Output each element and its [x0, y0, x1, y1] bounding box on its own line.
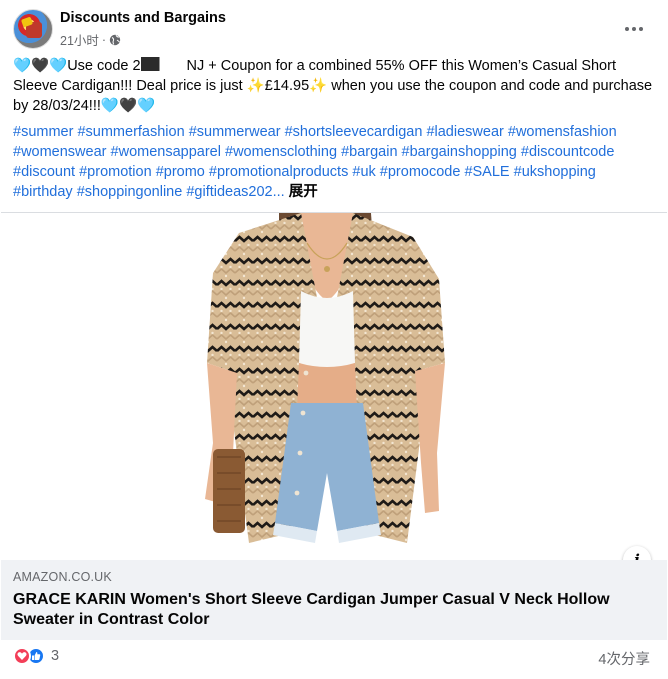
hashtag-link[interactable]: #birthday [13, 184, 73, 200]
hashtag-link[interactable]: #womenswear [13, 144, 107, 160]
post-time[interactable]: 21小时 [60, 30, 99, 49]
more-options-button[interactable] [620, 15, 648, 43]
hashtag-link[interactable]: #promo [156, 164, 205, 180]
post-meta: 21小时 · [60, 30, 121, 49]
hashtag-link[interactable]: #summerwear [189, 124, 281, 140]
blue-heart-icon: 🩵 [137, 98, 156, 114]
hashtag-link[interactable]: #ladieswear [426, 124, 503, 140]
expand-text-button[interactable]: 展开 [289, 184, 318, 200]
facebook-post-card: Discounts and Bargains 21小时 · 🩵🖤🩵Use cod… [0, 0, 668, 679]
deal-price: £14.95 [264, 78, 310, 94]
hashtag-link[interactable]: #bargain [341, 144, 397, 160]
blue-heart-icon: 🩵 [49, 58, 68, 74]
redacted-code [140, 57, 187, 71]
hashtag-list: #summer #summerfashion #summerwear #shor… [13, 122, 658, 202]
hashtag-link[interactable]: #promocode [380, 164, 461, 180]
page-name[interactable]: Discounts and Bargains [60, 10, 226, 26]
hashtag-link[interactable]: #shoppingonline [77, 184, 183, 200]
post-header: Discounts and Bargains 21小时 · [13, 9, 658, 49]
hashtag-link[interactable]: #SALE [464, 164, 509, 180]
link-domain: AMAZON.CO.UK [13, 570, 112, 584]
hashtag-link[interactable]: #womensapparel [111, 144, 221, 160]
hashtag-link[interactable]: #bargainshopping [402, 144, 517, 160]
black-heart-icon: 🖤 [31, 58, 50, 74]
more-dot-icon [639, 27, 643, 31]
product-image[interactable]: i [1, 213, 667, 560]
sparkles-icon: ✨ [246, 78, 265, 94]
hashtag-link[interactable]: #discount [13, 164, 75, 180]
blue-heart-icon: 🩵 [100, 98, 119, 114]
meta-separator: · [101, 32, 107, 47]
share-count[interactable]: 4次分享 [598, 648, 650, 669]
more-dot-icon [632, 27, 636, 31]
post-footer: 3 4次分享 [13, 645, 658, 669]
reactions-summary[interactable]: 3 [13, 647, 59, 665]
post-body-text: 🩵🖤🩵Use code 2 NJ + Coupon for a combined … [13, 56, 658, 116]
link-title[interactable]: GRACE KARIN Women's Short Sleeve Cardiga… [13, 590, 653, 630]
globe-icon [109, 34, 121, 46]
hashtag-link[interactable]: #summer [13, 124, 73, 140]
page-avatar[interactable] [13, 9, 53, 49]
hashtag-link[interactable]: #promotion [79, 164, 152, 180]
hashtag-link[interactable]: #summerfashion [77, 124, 184, 140]
hashtag-link[interactable]: #promotionalproducts [209, 164, 348, 180]
product-photo-cardigan [205, 213, 445, 543]
link-preview[interactable]: i AMAZON.CO.UK GRACE KARIN Women's Short… [1, 212, 667, 640]
black-heart-icon: 🖤 [118, 98, 137, 114]
hashtag-link[interactable]: #womensfashion [508, 124, 617, 140]
love-reaction-icon [13, 647, 31, 665]
post-text-part1: Use code 2 [67, 58, 141, 74]
hashtag-link[interactable]: #shortsleevecardigan [285, 124, 423, 140]
sparkles-icon: ✨ [309, 78, 328, 94]
more-dot-icon [625, 27, 629, 31]
hashtag-link[interactable]: #uk [352, 164, 375, 180]
link-caption[interactable]: AMAZON.CO.UK GRACE KARIN Women's Short S… [1, 560, 667, 640]
hashtag-link[interactable]: #womensclothing [225, 144, 337, 160]
hashtag-link[interactable]: #giftideas202... [186, 184, 284, 200]
hashtag-link[interactable]: #discountcode [521, 144, 615, 160]
hashtag-link[interactable]: #ukshopping [514, 164, 596, 180]
reaction-count: 3 [51, 648, 60, 664]
blue-heart-icon: 🩵 [13, 58, 32, 74]
